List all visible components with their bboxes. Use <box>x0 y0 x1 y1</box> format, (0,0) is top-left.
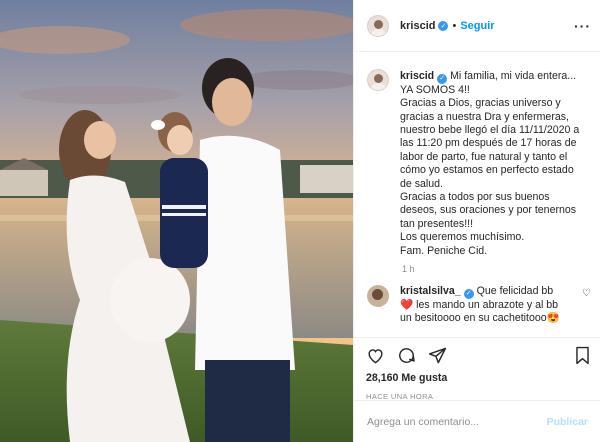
more-options-icon[interactable]: ··· <box>574 19 591 33</box>
likes-count[interactable]: 28,160 Me gusta <box>366 372 591 384</box>
commenter-avatar[interactable] <box>367 284 389 307</box>
comments-section[interactable]: kriscid ✓ Mi familia, mi vida entera... Y… <box>354 52 600 337</box>
follow-button[interactable]: Seguir <box>460 20 494 32</box>
post-side-panel: kriscid ✓ • Seguir ··· kriscid ✓ Mi famil… <box>353 0 600 442</box>
post-photo[interactable] <box>0 0 353 442</box>
author-username[interactable]: kriscid <box>400 20 435 32</box>
add-comment-bar: Publicar <box>354 400 600 442</box>
comment-icon[interactable] <box>397 346 416 365</box>
publish-button[interactable]: Publicar <box>547 416 588 428</box>
comment-item: kristalsilva_ ✓ Que felicidad bb ❤️ les m… <box>367 284 591 326</box>
verified-badge-icon: ✓ <box>463 288 474 299</box>
post-actions: 28,160 Me gusta HACE UNA HORA <box>354 337 600 401</box>
caption: kriscid ✓ Mi familia, mi vida entera... Y… <box>367 69 591 258</box>
header-separator: • <box>452 19 457 32</box>
instagram-post: kriscid ✓ • Seguir ··· kriscid ✓ Mi famil… <box>0 0 600 442</box>
share-icon[interactable] <box>428 346 447 365</box>
verified-badge-icon: ✓ <box>437 73 448 84</box>
commenter-username[interactable]: kristalsilva_ <box>400 285 461 297</box>
post-header: kriscid ✓ • Seguir ··· <box>354 0 600 52</box>
comment-text: kristalsilva_ ✓ Que felicidad bb ❤️ les m… <box>400 285 565 326</box>
caption-body: Mi familia, mi vida entera... YA SOMOS 4… <box>400 70 580 257</box>
caption-text: kriscid ✓ Mi familia, mi vida entera... Y… <box>400 70 583 258</box>
bookmark-icon[interactable] <box>574 346 591 365</box>
action-icons <box>366 344 591 366</box>
add-comment-input[interactable] <box>367 415 547 428</box>
like-comment-heart-icon[interactable]: ♡ <box>582 288 591 299</box>
caption-time[interactable]: 1 h <box>402 264 591 274</box>
caption-avatar[interactable] <box>367 69 389 91</box>
heart-icon[interactable] <box>366 346 385 365</box>
caption-username[interactable]: kriscid <box>400 70 434 82</box>
author-avatar[interactable] <box>367 14 389 37</box>
verified-badge-icon: ✓ <box>438 20 449 31</box>
